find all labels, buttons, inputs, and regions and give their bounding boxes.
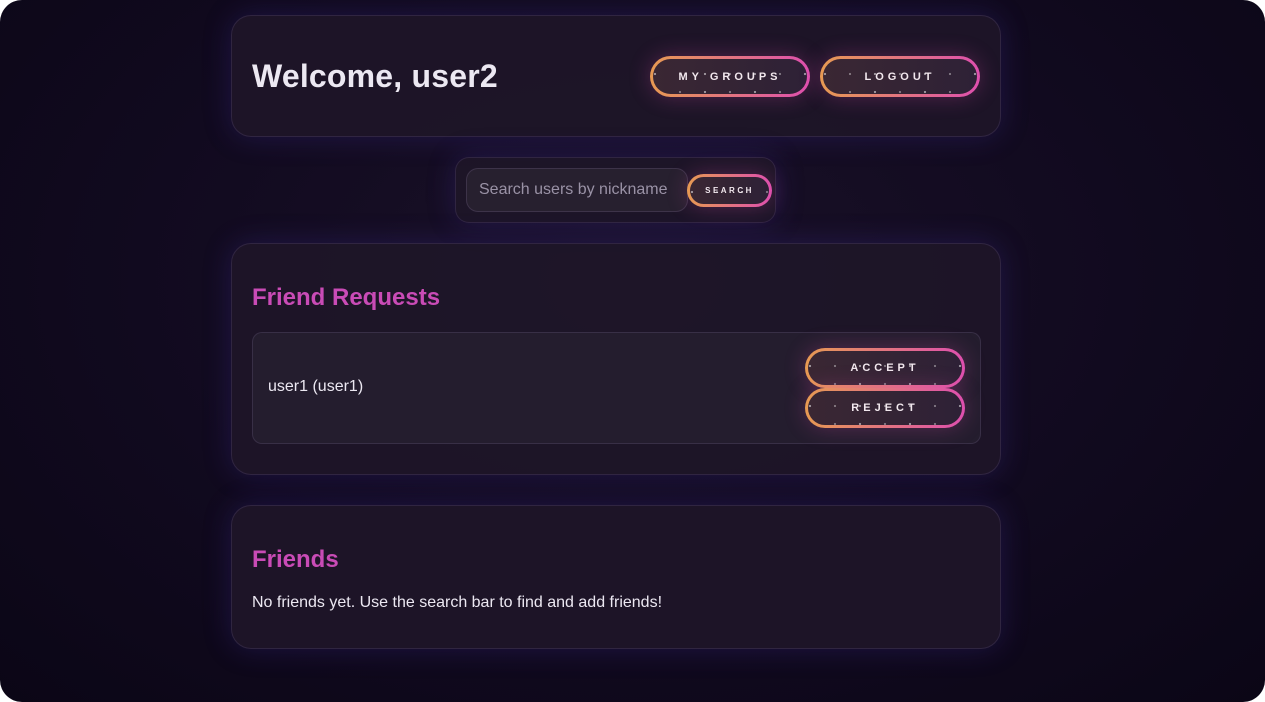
accept-button[interactable]: ACCEPT — [805, 348, 965, 388]
friend-request-item: user1 (user1) ACCEPT REJECT — [252, 332, 981, 444]
request-user-name: user1 (user1) — [268, 378, 364, 395]
my-groups-button[interactable]: MY GROUPS — [650, 56, 810, 97]
search-input[interactable] — [466, 168, 688, 212]
accept-button-label: ACCEPT — [850, 362, 920, 374]
logout-button[interactable]: LOGOUT — [820, 56, 980, 97]
friends-empty-message: No friends yet. Use the search bar to fi… — [252, 594, 663, 611]
my-groups-label: MY GROUPS — [678, 70, 782, 83]
search-button-label: SEARCH — [705, 186, 754, 195]
logout-label: LOGOUT — [864, 70, 936, 83]
app-window: Welcome, user2 MY GROUPS LOGOUT SEARCH F… — [0, 0, 1265, 702]
friend-requests-title: Friend Requests — [252, 284, 441, 311]
friends-card: Friends No friends yet. Use the search b… — [231, 505, 1001, 649]
reject-button-label: REJECT — [851, 402, 919, 414]
search-bar: SEARCH — [455, 157, 776, 223]
friends-title: Friends — [252, 546, 339, 573]
reject-button[interactable]: REJECT — [805, 388, 965, 428]
welcome-heading: Welcome, user2 — [252, 58, 498, 94]
friend-requests-card: Friend Requests user1 (user1) ACCEPT REJ… — [231, 243, 1001, 475]
header-card: Welcome, user2 MY GROUPS LOGOUT — [231, 15, 1001, 137]
search-button[interactable]: SEARCH — [687, 174, 772, 207]
